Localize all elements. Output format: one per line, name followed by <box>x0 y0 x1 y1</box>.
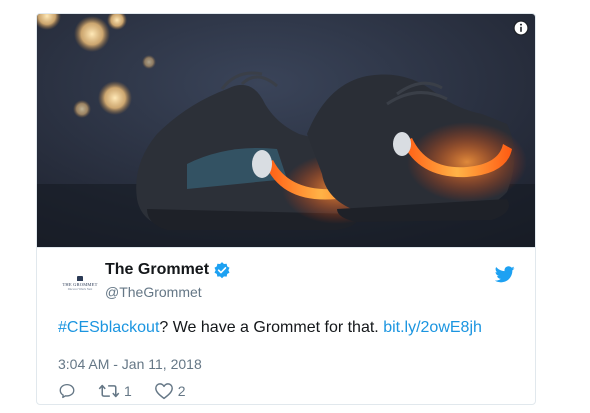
tweet-actions: 1 2 <box>58 381 208 401</box>
avatar-logo-subtext: Discover What's Next <box>67 287 93 291</box>
like-count: 2 <box>177 383 186 399</box>
info-icon[interactable] <box>513 20 529 36</box>
reply-button[interactable] <box>58 382 76 400</box>
retweet-button[interactable]: 1 <box>98 382 132 400</box>
avatar[interactable]: THE GROMMET Discover What's Next <box>61 264 99 302</box>
grommet-logo-icon <box>77 275 83 281</box>
media-divider <box>37 247 535 248</box>
tweet-body-text: ? We have a Grommet for that. <box>159 319 384 336</box>
like-button[interactable]: 2 <box>154 382 186 400</box>
retweet-count: 1 <box>124 383 132 399</box>
heart-icon <box>154 383 173 400</box>
avatar-logo-text: THE GROMMET <box>62 281 98 287</box>
verified-badge-icon <box>214 262 230 279</box>
tweet-photo[interactable] <box>37 14 535 247</box>
tweet-timestamp[interactable]: 3:04 AM - Jan 11, 2018 <box>58 356 202 372</box>
tweet-header: THE GROMMET Discover What's Next The Gro… <box>37 258 535 306</box>
author-display-name[interactable]: The Grommet <box>105 261 209 279</box>
twitter-bird-icon[interactable] <box>495 266 515 283</box>
hashtag-link[interactable]: #CESblackout <box>58 319 159 336</box>
retweet-icon <box>98 384 120 398</box>
author-name-row[interactable]: The Grommet <box>105 261 231 279</box>
short-url-link[interactable]: bit.ly/2owE8jh <box>383 319 482 336</box>
tweet-text: #CESblackout? We have a Grommet for that… <box>58 319 482 337</box>
author-handle[interactable]: @TheGrommet <box>105 284 202 300</box>
shoes-photo <box>37 14 535 247</box>
reply-icon <box>59 383 75 399</box>
tweet-card[interactable]: THE GROMMET Discover What's Next The Gro… <box>36 13 536 405</box>
